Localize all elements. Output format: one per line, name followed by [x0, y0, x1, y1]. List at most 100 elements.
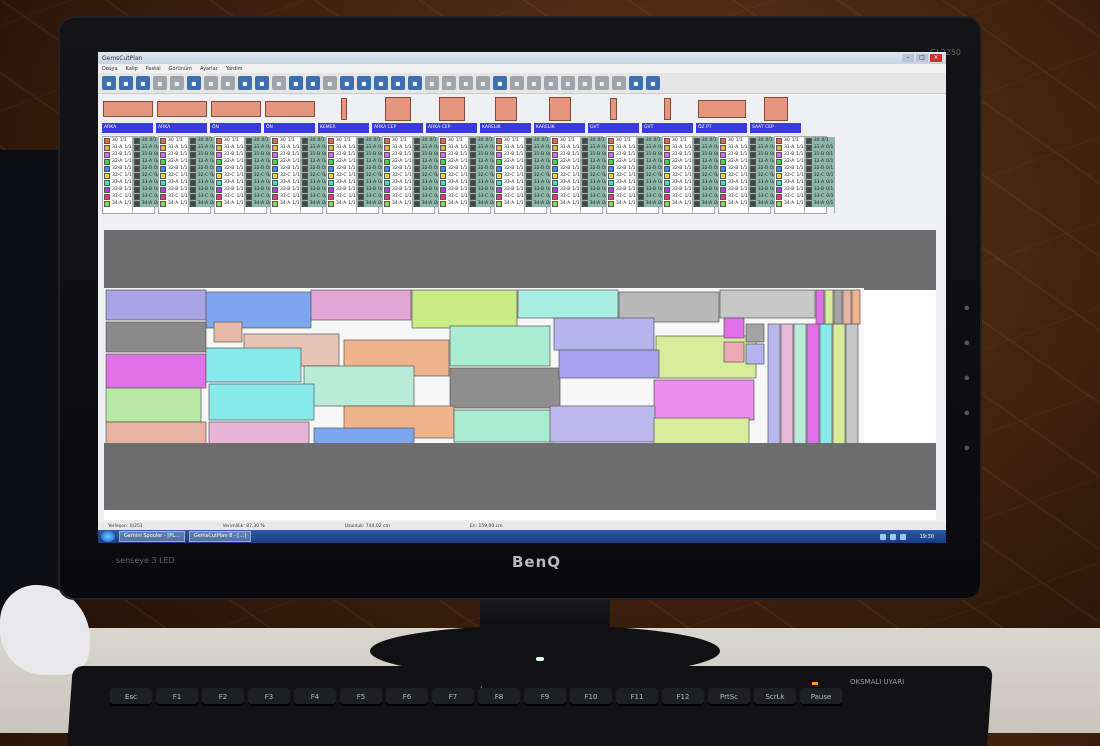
size-row[interactable]: 32-A 1/1	[663, 158, 692, 165]
size-row[interactable]: 34-A 1/1	[663, 200, 692, 207]
size-row[interactable]: 30 1/1	[663, 137, 692, 144]
size-row[interactable]: 34-A 1/1	[775, 200, 804, 207]
size-row[interactable]: 31-B 1/1	[103, 151, 132, 158]
size-row[interactable]: 32-C 1/1	[551, 172, 580, 179]
size-row[interactable]: 30 1/1	[495, 137, 524, 144]
menu-item[interactable]: Kalip	[126, 66, 138, 72]
toolbar-button[interactable]: ▪	[612, 76, 626, 90]
size-row[interactable]: 30 1/1	[271, 137, 300, 144]
size-row[interactable]: 34-A 1/1	[271, 200, 300, 207]
size-row[interactable]: 32-C 1/1	[719, 172, 748, 179]
piece-thumbnail[interactable]: ÖN	[264, 97, 315, 133]
size-row[interactable]: 33-B 1/1	[663, 186, 692, 193]
size-row[interactable]: 32-A 1/1	[383, 158, 412, 165]
toolbar-button[interactable]: ▪	[510, 76, 524, 90]
size-list[interactable]: 30 1/1 31-A 1/1 31-B 1/1 32-A 1/1 32-B 1/1 32-C 1/1…	[774, 136, 835, 214]
keyboard-key[interactable]: ScrLk	[754, 688, 796, 706]
size-row[interactable]: 32-A 1/1	[327, 158, 356, 165]
size-row[interactable]: 34-A 1/1	[495, 200, 524, 207]
toolbar-button[interactable]: ▪	[204, 76, 218, 90]
size-row[interactable]: 31-B 1/1	[383, 151, 412, 158]
size-row[interactable]: 31-A 1/1	[159, 144, 188, 151]
size-row[interactable]: 32-B 1/1	[103, 165, 132, 172]
piece-thumbnail[interactable]: GVT	[588, 97, 639, 133]
toolbar-button[interactable]: ▪	[136, 76, 150, 90]
piece-thumbnail[interactable]: KARELIK	[534, 97, 585, 133]
toolbar-button[interactable]: ▪	[476, 76, 490, 90]
monitor-side-buttons[interactable]: ● ● ● ● ●	[960, 300, 974, 520]
piece-thumbnail[interactable]: GVT	[642, 97, 693, 133]
size-list[interactable]: 30 1/1 31-A 1/1 31-B 1/1 32-A 1/1 32-B 1/1 32-C 1/1…	[270, 136, 331, 214]
size-row[interactable]: 33-C 1/1	[103, 193, 132, 200]
size-row[interactable]: 31-B 1/1	[271, 151, 300, 158]
power-button[interactable]: ●	[964, 297, 971, 310]
size-row[interactable]: 31-A 1/1	[103, 144, 132, 151]
start-button[interactable]	[101, 531, 115, 542]
size-list[interactable]: 30 1/1 31-A 1/1 31-B 1/1 32-A 1/1 32-B 1/1 32-C 1/1…	[382, 136, 443, 214]
keyboard-key[interactable]: F9	[524, 688, 566, 706]
piece-thumbnail[interactable]: ÖZ PT	[696, 97, 747, 133]
size-row[interactable]: 32-B 1/1	[215, 165, 244, 172]
marker-workspace[interactable]	[104, 230, 936, 520]
size-row[interactable]: 32-B 1/1	[383, 165, 412, 172]
size-row[interactable]: 33-C 1/1	[663, 193, 692, 200]
size-row[interactable]: 32-B 1/1	[775, 165, 804, 172]
minimize-button[interactable]: –	[902, 54, 914, 62]
size-row[interactable]: 30 1/1	[159, 137, 188, 144]
size-row[interactable]: 33-B 1/1	[103, 186, 132, 193]
size-row[interactable]: 33-C 1/1	[495, 193, 524, 200]
size-list[interactable]: 30 1/1 31-A 1/1 31-B 1/1 32-A 1/1 32-B 1/1 32-C 1/1…	[214, 136, 275, 214]
size-row[interactable]: 33-A 1/1	[439, 179, 468, 186]
size-row[interactable]: 30 1/1	[327, 137, 356, 144]
size-row[interactable]: 33-A 1/1	[103, 179, 132, 186]
size-row[interactable]: 33-A 1/1	[271, 179, 300, 186]
size-row[interactable]: 30 1/1	[103, 137, 132, 144]
toolbar-button[interactable]: ▪	[221, 76, 235, 90]
size-row[interactable]: 32-C 1/1	[327, 172, 356, 179]
size-row[interactable]: 30 1/1	[607, 137, 636, 144]
size-row[interactable]: 30 1/1	[215, 137, 244, 144]
size-row[interactable]: 33-B 1/1	[719, 186, 748, 193]
size-row[interactable]: 30 1/1	[439, 137, 468, 144]
toolbar-button[interactable]: ▪	[357, 76, 371, 90]
size-row[interactable]: 33-A 1/1	[495, 179, 524, 186]
keyboard-key[interactable]: F3	[248, 688, 290, 706]
toolbar-button[interactable]: ▪	[561, 76, 575, 90]
size-row[interactable]: 31-A 1/1	[327, 144, 356, 151]
size-row[interactable]: 31-A 1/1	[663, 144, 692, 151]
size-row[interactable]: 32-C 1/1	[271, 172, 300, 179]
size-row[interactable]: 31-B 1/1	[551, 151, 580, 158]
size-row[interactable]: 33-B 1/1	[383, 186, 412, 193]
size-row[interactable]: 34-A 1/1	[103, 200, 132, 207]
menu-item[interactable]: Görünüm	[169, 66, 192, 72]
size-row[interactable]: 30 0/1	[804, 137, 834, 144]
close-button[interactable]: ×	[930, 54, 942, 62]
size-row[interactable]: 30 1/1	[551, 137, 580, 144]
keyboard-key[interactable]: F12	[662, 688, 704, 706]
size-row[interactable]: 31-A 1/1	[383, 144, 412, 151]
size-row[interactable]: 33-A 1/1	[159, 179, 188, 186]
toolbar-button[interactable]: ▪	[340, 76, 354, 90]
toolbar-button[interactable]: ▪	[272, 76, 286, 90]
size-row[interactable]: 33-B 1/1	[159, 186, 188, 193]
taskbar-item-cutplan[interactable]: GemsCutPlan 8 - [...]	[188, 531, 251, 542]
toolbar-button[interactable]: ▪	[646, 76, 660, 90]
menu-item[interactable]: Yardim	[226, 66, 243, 72]
size-row[interactable]: 33-A 1/1	[775, 179, 804, 186]
size-list[interactable]: 30 1/1 31-A 1/1 31-B 1/1 32-A 1/1 32-B 1/1 32-C 1/1…	[326, 136, 387, 214]
toolbar-button[interactable]: ▪	[527, 76, 541, 90]
size-row[interactable]: 33-B 1/1	[775, 186, 804, 193]
size-row[interactable]: 33-A 1/1	[607, 179, 636, 186]
size-list[interactable]: 30 1/1 31-A 1/1 31-B 1/1 32-A 1/1 32-B 1/1 32-C 1/1…	[158, 136, 219, 214]
size-row[interactable]: 33-C 1/1	[159, 193, 188, 200]
piece-thumbnail[interactable]: KARELIK	[480, 97, 531, 133]
size-row[interactable]: 32-A 1/1	[607, 158, 636, 165]
toolbar-button[interactable]: ▪	[255, 76, 269, 90]
size-row[interactable]: 31-B 1/1	[607, 151, 636, 158]
piece-thumbnail[interactable]: ARKA	[156, 97, 207, 133]
size-row[interactable]: 31-B 1/1	[775, 151, 804, 158]
size-row[interactable]: 31-B0/1	[804, 151, 834, 158]
size-row[interactable]: 30 1/1	[775, 137, 804, 144]
size-row[interactable]: 33-A 1/1	[663, 179, 692, 186]
toolbar-button[interactable]: ▪	[391, 76, 405, 90]
